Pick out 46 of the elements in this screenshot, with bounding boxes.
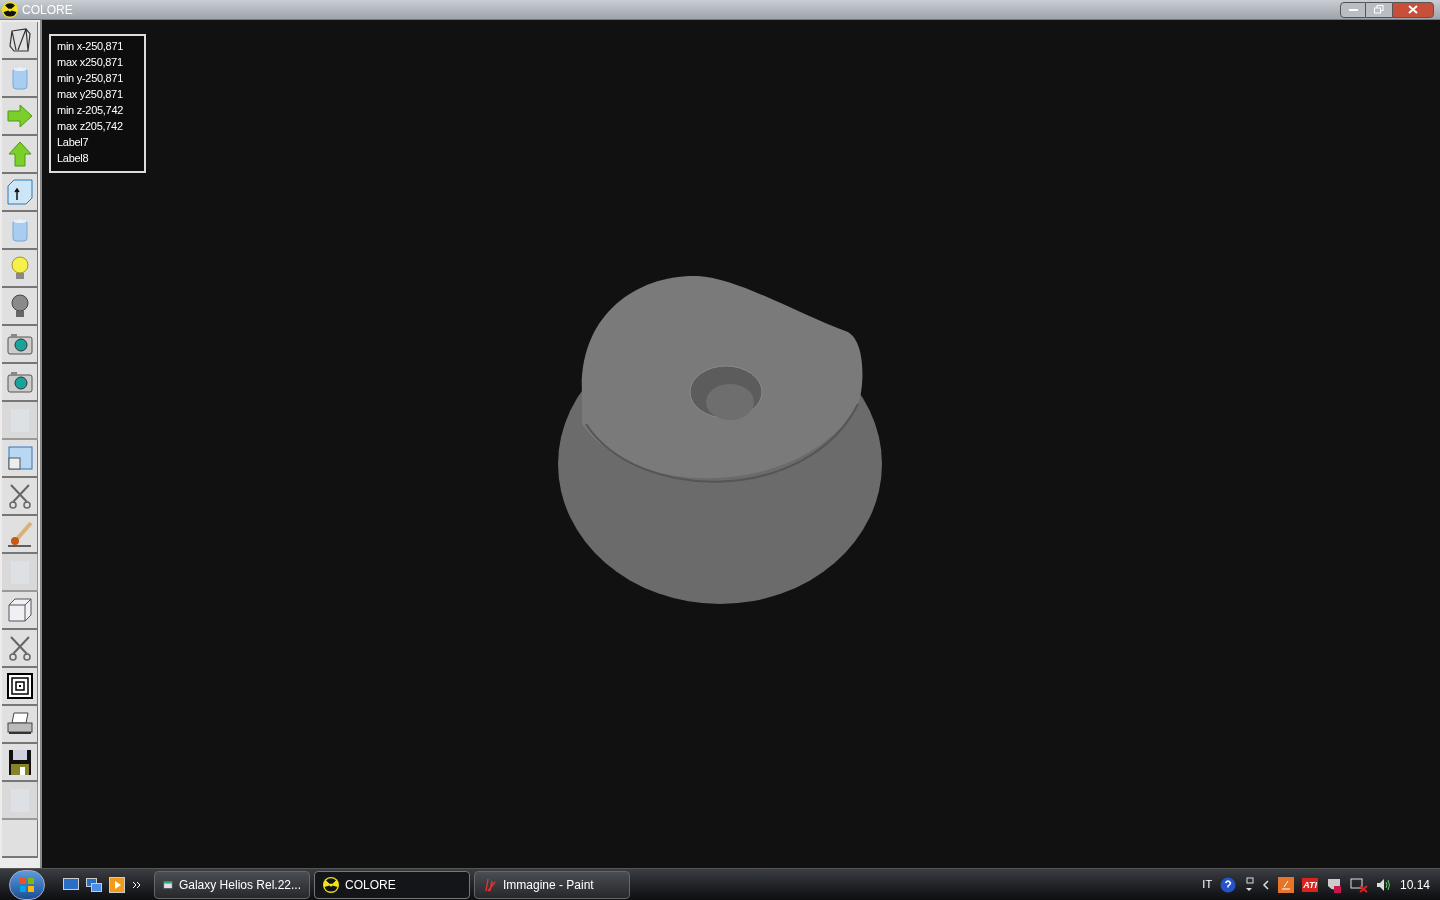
close-button[interactable] <box>1392 1 1434 18</box>
windows-switch-icon[interactable] <box>86 877 102 892</box>
toolbar-button[interactable] <box>2 744 38 782</box>
info-label: max x250,871 <box>57 55 124 70</box>
restore-icon <box>1374 5 1384 14</box>
toolbar-button[interactable] <box>2 668 38 706</box>
nested-squares-icon <box>5 672 34 700</box>
tray-app-icon[interactable] <box>1278 876 1295 893</box>
taskbar-button[interactable]: Immagine - Paint <box>474 870 630 899</box>
graphics-tray-icon[interactable]: ATI <box>1302 877 1318 892</box>
clock[interactable]: 10.14 <box>1399 875 1430 894</box>
minimize-icon <box>1348 8 1358 11</box>
info-label: min z-205,742 <box>57 103 125 118</box>
arrow-up-icon <box>5 140 34 168</box>
desktop-icon[interactable] <box>63 877 79 892</box>
brush-icon <box>5 520 34 548</box>
help-icon[interactable] <box>1220 876 1237 893</box>
windows-switch-icon[interactable] <box>1244 876 1255 893</box>
toolbar-button[interactable] <box>2 22 38 60</box>
window-title: COLORE <box>22 1 73 19</box>
restore-button[interactable] <box>1366 1 1392 18</box>
window-icon <box>5 444 34 472</box>
taskbar-button[interactable]: Galaxy Helios Rel.22... <box>154 870 310 899</box>
info-label: min x-250,871 <box>57 39 125 54</box>
info-label: Label7 <box>57 135 90 150</box>
info-label: Label8 <box>57 151 90 166</box>
language-indicator[interactable]: IT <box>1202 876 1213 893</box>
cube-icon <box>5 596 34 624</box>
radiation-icon <box>323 876 339 893</box>
media-player-icon[interactable] <box>109 876 125 893</box>
start-button[interactable] <box>9 869 45 900</box>
windows-logo-icon <box>19 876 35 893</box>
network-disconnected-icon[interactable] <box>1349 876 1368 893</box>
chevron-left-icon[interactable] <box>1262 879 1271 890</box>
taskbar-button[interactable]: COLORE <box>314 870 470 899</box>
minimize-button[interactable] <box>1340 1 1366 18</box>
toolbar-button[interactable] <box>2 706 38 744</box>
close-icon <box>1408 5 1418 14</box>
box-arrow-icon <box>5 178 34 206</box>
info-label: max y250,871 <box>57 87 124 102</box>
info-label: min y-250,871 <box>57 71 125 86</box>
chevron-icon[interactable] <box>132 879 142 890</box>
radiation-icon <box>2 1 18 18</box>
paintbrush-icon <box>483 877 497 892</box>
info-label: max z205,742 <box>57 119 124 134</box>
arrow-right-icon <box>5 102 34 130</box>
